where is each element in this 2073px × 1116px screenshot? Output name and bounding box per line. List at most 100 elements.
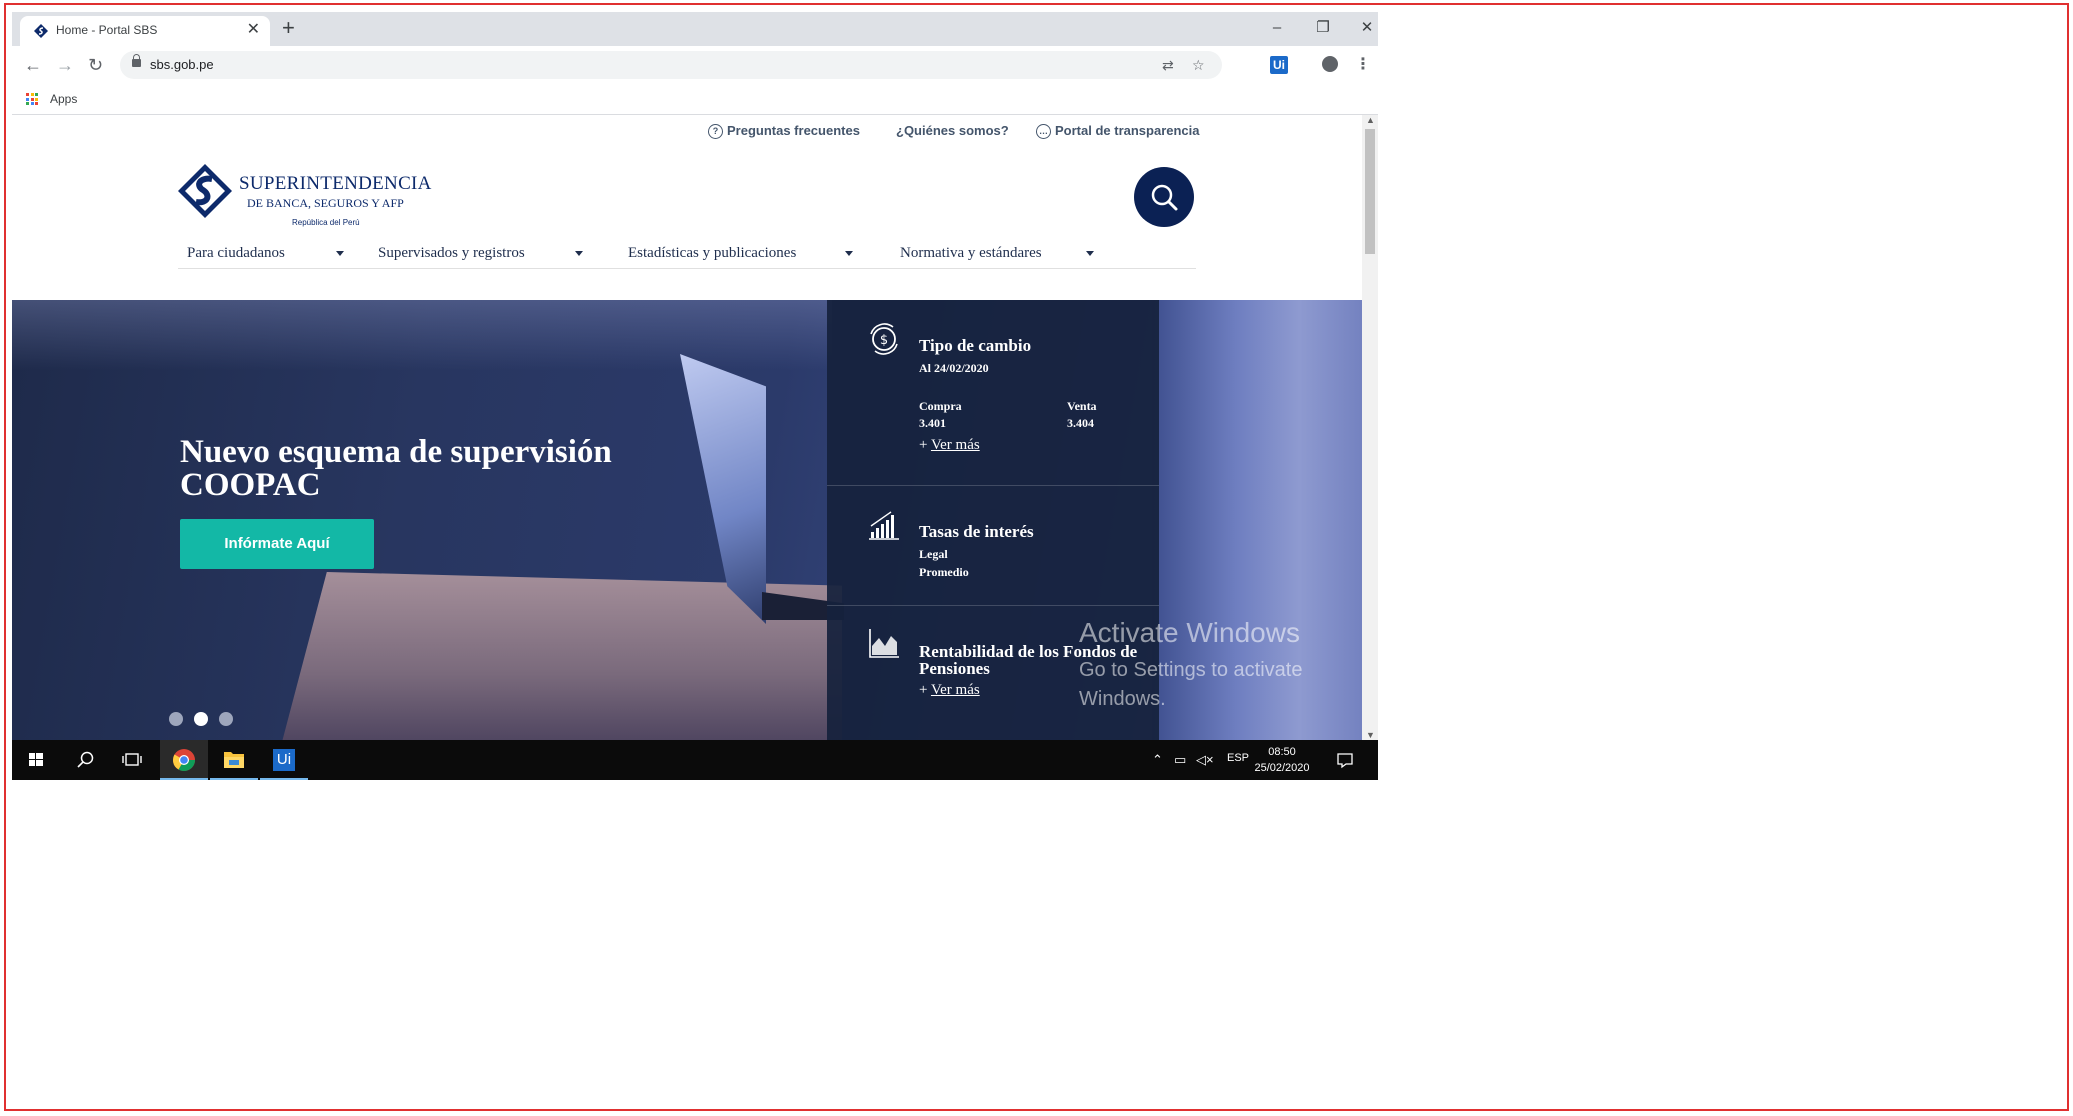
back-arrow-icon[interactable]: ← bbox=[24, 55, 42, 75]
browser-menu-icon[interactable]: ⋮ bbox=[1355, 54, 1371, 74]
panel-divider bbox=[827, 605, 1159, 606]
tab-close-icon[interactable]: ✕ bbox=[247, 21, 260, 39]
page-scrollbar[interactable]: ▲ ▼ bbox=[1362, 115, 1378, 740]
tab-home-portal-sbs[interactable]: Home - Portal SBS ✕ bbox=[20, 16, 270, 46]
browser-toolbar: ← → ↻ sbs.gob.pe ⇄ ☆ Ui ⋮ bbox=[12, 46, 1378, 84]
logo-line-2: DE BANCA, SEGUROS Y AFP bbox=[247, 196, 404, 210]
transparency-link-label: Portal de transparencia bbox=[1055, 123, 1200, 138]
reload-icon[interactable]: ↻ bbox=[88, 55, 103, 75]
about-link[interactable]: ¿Quiénes somos? bbox=[896, 123, 1009, 138]
scroll-down-arrow-icon[interactable]: ▼ bbox=[1366, 730, 1375, 740]
minimize-button[interactable]: – bbox=[1254, 12, 1300, 46]
faq-link-label: Preguntas frecuentes bbox=[727, 123, 860, 138]
menu-estadisticas[interactable]: Estadísticas y publicaciones bbox=[628, 245, 796, 262]
chrome-icon bbox=[173, 749, 195, 771]
taskbar-search-button[interactable] bbox=[60, 740, 108, 780]
scroll-up-arrow-icon[interactable]: ▲ bbox=[1366, 115, 1375, 125]
hero-title: Nuevo esquema de supervisión COOPAC bbox=[180, 434, 612, 503]
hero-background-light bbox=[12, 300, 832, 370]
plus-icon: + bbox=[919, 437, 928, 453]
search-icon bbox=[77, 751, 94, 768]
chrome-taskbar-button[interactable] bbox=[160, 740, 208, 780]
exchange-title: Tipo de cambio bbox=[919, 336, 1032, 355]
chevron-down-icon[interactable] bbox=[845, 251, 853, 256]
sell-value: 3.404 bbox=[1067, 416, 1094, 430]
rates-average-link[interactable]: Promedio bbox=[919, 565, 969, 580]
start-button[interactable] bbox=[12, 740, 60, 780]
windows-logo-icon bbox=[29, 753, 43, 766]
carousel-dot-1[interactable] bbox=[169, 712, 183, 726]
site-search-button[interactable] bbox=[1134, 167, 1194, 227]
faq-link[interactable]: ? Preguntas frecuentes bbox=[708, 123, 860, 140]
active-app-indicator bbox=[210, 778, 258, 780]
lock-icon bbox=[132, 54, 141, 67]
language-indicator[interactable]: ESP bbox=[1227, 752, 1249, 764]
activate-windows-subtext: Go to Settings to activate Windows. bbox=[1079, 659, 1303, 710]
carousel-dot-2[interactable] bbox=[194, 712, 208, 726]
task-view-icon bbox=[122, 753, 142, 766]
plus-icon: + bbox=[919, 682, 928, 698]
bookmarks-bar: Apps bbox=[12, 84, 1378, 115]
apps-bookmark[interactable]: Apps bbox=[50, 92, 77, 106]
new-tab-button[interactable]: + bbox=[282, 16, 295, 40]
network-icon[interactable]: ▭ bbox=[1174, 752, 1186, 768]
chevron-up-icon[interactable]: ⌃ bbox=[1152, 752, 1163, 768]
scroll-thumb[interactable] bbox=[1365, 129, 1375, 254]
menu-normativa[interactable]: Normativa y estándares bbox=[900, 245, 1042, 262]
task-view-button[interactable] bbox=[108, 740, 156, 780]
area-chart-icon bbox=[869, 629, 899, 658]
notification-center-icon[interactable] bbox=[1336, 751, 1354, 769]
volume-muted-icon[interactable]: ◁× bbox=[1196, 752, 1214, 768]
file-explorer-taskbar-button[interactable] bbox=[210, 740, 258, 780]
uipath-taskbar-button[interactable]: Ui bbox=[260, 740, 308, 780]
search-icon bbox=[1151, 184, 1178, 211]
address-bar[interactable]: sbs.gob.pe ⇄ ☆ bbox=[120, 51, 1222, 79]
forward-arrow-icon[interactable]: → bbox=[56, 55, 74, 75]
pensions-more-link[interactable]: + Ver más bbox=[919, 682, 980, 699]
carousel-dot-3[interactable] bbox=[219, 712, 233, 726]
menu-supervisados[interactable]: Supervisados y registros bbox=[378, 245, 525, 262]
panel-divider bbox=[827, 485, 1159, 486]
close-window-button[interactable]: ✕ bbox=[1344, 12, 1378, 46]
question-icon: ? bbox=[708, 124, 723, 140]
active-app-indicator bbox=[160, 778, 208, 780]
informate-button[interactable]: Infórmate Aquí bbox=[180, 519, 374, 569]
chevron-down-icon[interactable] bbox=[336, 251, 344, 256]
translate-icon[interactable]: ⇄ bbox=[1162, 57, 1174, 74]
transparency-link[interactable]: … Portal de transparencia bbox=[1036, 123, 1200, 140]
rates-title: Tasas de interés bbox=[919, 522, 1034, 541]
chevron-down-icon[interactable] bbox=[1086, 251, 1094, 256]
active-app-indicator bbox=[260, 778, 308, 780]
rates-legal-link[interactable]: Legal bbox=[919, 547, 948, 562]
pensions-more-label: Ver más bbox=[930, 682, 980, 698]
svg-text:$: $ bbox=[880, 333, 888, 348]
url-text: sbs.gob.pe bbox=[150, 57, 214, 72]
exchange-date: Al 24/02/2020 bbox=[919, 361, 989, 375]
sbs-logo-icon[interactable] bbox=[178, 164, 232, 218]
sell-label: Venta bbox=[1067, 399, 1097, 413]
logo-line-1: SUPERINTENDENCIA bbox=[239, 173, 432, 194]
windows-taskbar: Ui ⌃ ▭ ◁× ESP 08:50 25/02/2020 bbox=[12, 740, 1378, 780]
clock-time: 08:50 bbox=[1268, 746, 1296, 758]
menu-para-ciudadanos[interactable]: Para ciudadanos bbox=[187, 245, 285, 262]
system-clock[interactable]: 08:50 25/02/2020 bbox=[1252, 744, 1312, 776]
profile-avatar-icon[interactable] bbox=[1322, 56, 1338, 72]
tab-title: Home - Portal SBS bbox=[56, 23, 158, 37]
tab-strip: Home - Portal SBS ✕ + – ❐ ✕ bbox=[12, 12, 1378, 46]
dollar-exchange-icon: $ bbox=[870, 323, 898, 355]
exchange-more-link[interactable]: + Ver más bbox=[919, 437, 980, 454]
apps-grid-icon[interactable] bbox=[26, 93, 38, 105]
transparency-magnifier-icon: … bbox=[1036, 124, 1051, 140]
buy-label: Compra bbox=[919, 399, 962, 413]
browser-window: Home - Portal SBS ✕ + – ❐ ✕ ← → ↻ sbs.go… bbox=[12, 12, 1378, 780]
uipath-icon: Ui bbox=[273, 749, 295, 771]
uipath-extension-icon[interactable]: Ui bbox=[1270, 56, 1288, 74]
bar-chart-icon bbox=[869, 511, 899, 540]
menu-divider bbox=[178, 268, 1196, 269]
bookmark-star-icon[interactable]: ☆ bbox=[1192, 57, 1205, 74]
folder-icon bbox=[224, 752, 244, 768]
clock-date: 25/02/2020 bbox=[1254, 762, 1310, 774]
chevron-down-icon[interactable] bbox=[575, 251, 583, 256]
exchange-more-label: Ver más bbox=[930, 437, 980, 453]
restore-button[interactable]: ❐ bbox=[1300, 12, 1346, 46]
